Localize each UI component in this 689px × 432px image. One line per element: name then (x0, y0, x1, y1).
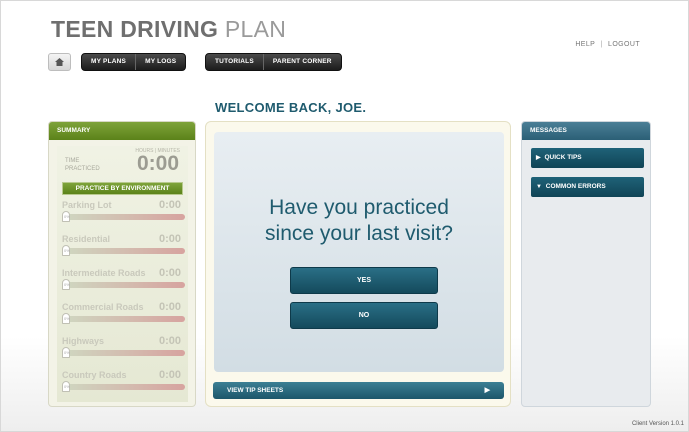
app-title-light: PLAN (224, 16, 287, 42)
top-links-separator: | (600, 41, 603, 48)
help-link[interactable]: HELP (575, 41, 595, 48)
env-name: Parking Lot (62, 200, 112, 210)
home-icon (55, 58, 64, 66)
nav-home-button[interactable] (48, 53, 71, 71)
env-row-residential: Residential 0:00 0% (62, 233, 185, 268)
env-progress-track (66, 248, 185, 254)
time-practiced-value: 0:00 (136, 152, 179, 175)
nav-group-plans: MY PLANS MY LOGS (81, 53, 187, 71)
quick-tips-label: QUICK TIPS (544, 154, 582, 161)
env-name: Intermediate Roads (62, 268, 146, 278)
welcome-message: WELCOME BACK, JOE. (215, 100, 367, 115)
common-errors-item[interactable]: ▼ COMMON ERRORS (531, 177, 644, 197)
env-row-intermediate-roads: Intermediate Roads 0:00 0% (62, 267, 185, 302)
top-links: HELP | LOGOUT (575, 41, 640, 48)
env-value: 0:00 (158, 233, 181, 245)
time-practiced-label: TIME PRACTICED (65, 157, 100, 173)
env-value: 0:00 (158, 369, 181, 381)
env-value: 0:00 (158, 301, 181, 313)
question-card: Have you practiced since your last visit… (214, 132, 504, 372)
env-progress-track (66, 384, 185, 390)
env-name: Highways (62, 336, 105, 346)
env-progress-track (66, 282, 185, 288)
no-button[interactable]: NO (290, 302, 438, 329)
env-row-parking-lot: Parking Lot 0:00 0% (62, 199, 185, 234)
view-tip-sheets-label: VIEW TIP SHEETS (227, 387, 284, 394)
env-name: Commercial Roads (62, 302, 144, 312)
env-progress-percent: 0% (64, 214, 70, 219)
nav-tutorials[interactable]: TUTORIALS (206, 54, 264, 70)
time-practiced-label-line1: TIME (65, 158, 80, 164)
env-progress-percent: 0% (64, 248, 70, 253)
env-value: 0:00 (158, 335, 181, 347)
client-version: Client Version 1.0.1 (631, 421, 684, 427)
question-line-2: since your last visit? (265, 222, 453, 245)
collapse-arrow-icon: ▼ (536, 184, 542, 190)
env-value: 0:00 (158, 267, 181, 279)
quick-tips-item[interactable]: ▶ QUICK TIPS (531, 148, 644, 168)
nav-my-plans[interactable]: MY PLANS (82, 54, 137, 70)
app-window: TEEN DRIVING PLAN HELP | LOGOUT MY PLANS… (0, 0, 689, 432)
expand-arrow-icon: ▶ (536, 155, 541, 161)
summary-header: SUMMARY (49, 122, 195, 140)
env-progress-track (66, 350, 185, 356)
summary-panel: SUMMARY HOURS | MINUTES TIME PRACTICED 0… (48, 121, 196, 407)
nav-parent-corner[interactable]: PARENT CORNER (264, 54, 341, 70)
env-name: Residential (62, 234, 111, 244)
nav-group-learning: TUTORIALS PARENT CORNER (205, 53, 342, 71)
play-arrow-icon: ▶ (484, 387, 490, 394)
question-panel: Have you practiced since your last visit… (205, 121, 511, 407)
env-value: 0:00 (158, 199, 181, 211)
env-name: Country Roads (62, 370, 127, 380)
env-progress-percent: 0% (64, 384, 70, 389)
yes-button[interactable]: YES (290, 267, 438, 294)
messages-header: MESSAGES (522, 122, 650, 140)
app-title: TEEN DRIVING PLAN (51, 16, 286, 43)
env-progress-track (66, 316, 185, 322)
summary-body: HOURS | MINUTES TIME PRACTICED 0:00 PRAC… (57, 146, 188, 402)
practice-by-environment-header: PRACTICE BY ENVIRONMENT (62, 182, 183, 195)
env-progress-track (66, 214, 185, 220)
env-row-commercial-roads: Commercial Roads 0:00 0% (62, 301, 185, 336)
env-progress-percent: 0% (64, 350, 70, 355)
practice-question: Have you practiced since your last visit… (214, 195, 504, 247)
env-progress-percent: 0% (64, 282, 70, 287)
app-title-bold: TEEN DRIVING (51, 16, 219, 42)
env-progress-percent: 0% (64, 316, 70, 321)
env-row-country-roads: Country Roads 0:00 0% (62, 369, 185, 404)
env-row-highways: Highways 0:00 0% (62, 335, 185, 370)
logout-link[interactable]: LOGOUT (608, 41, 640, 48)
view-tip-sheets-button[interactable]: VIEW TIP SHEETS ▶ (213, 382, 504, 399)
messages-panel: MESSAGES ▶ QUICK TIPS ▼ COMMON ERRORS (521, 121, 651, 407)
time-practiced-label-line2: PRACTICED (65, 166, 100, 172)
common-errors-label: COMMON ERRORS (545, 183, 606, 190)
question-line-1: Have you practiced (269, 196, 449, 219)
nav-my-logs[interactable]: MY LOGS (136, 54, 185, 70)
